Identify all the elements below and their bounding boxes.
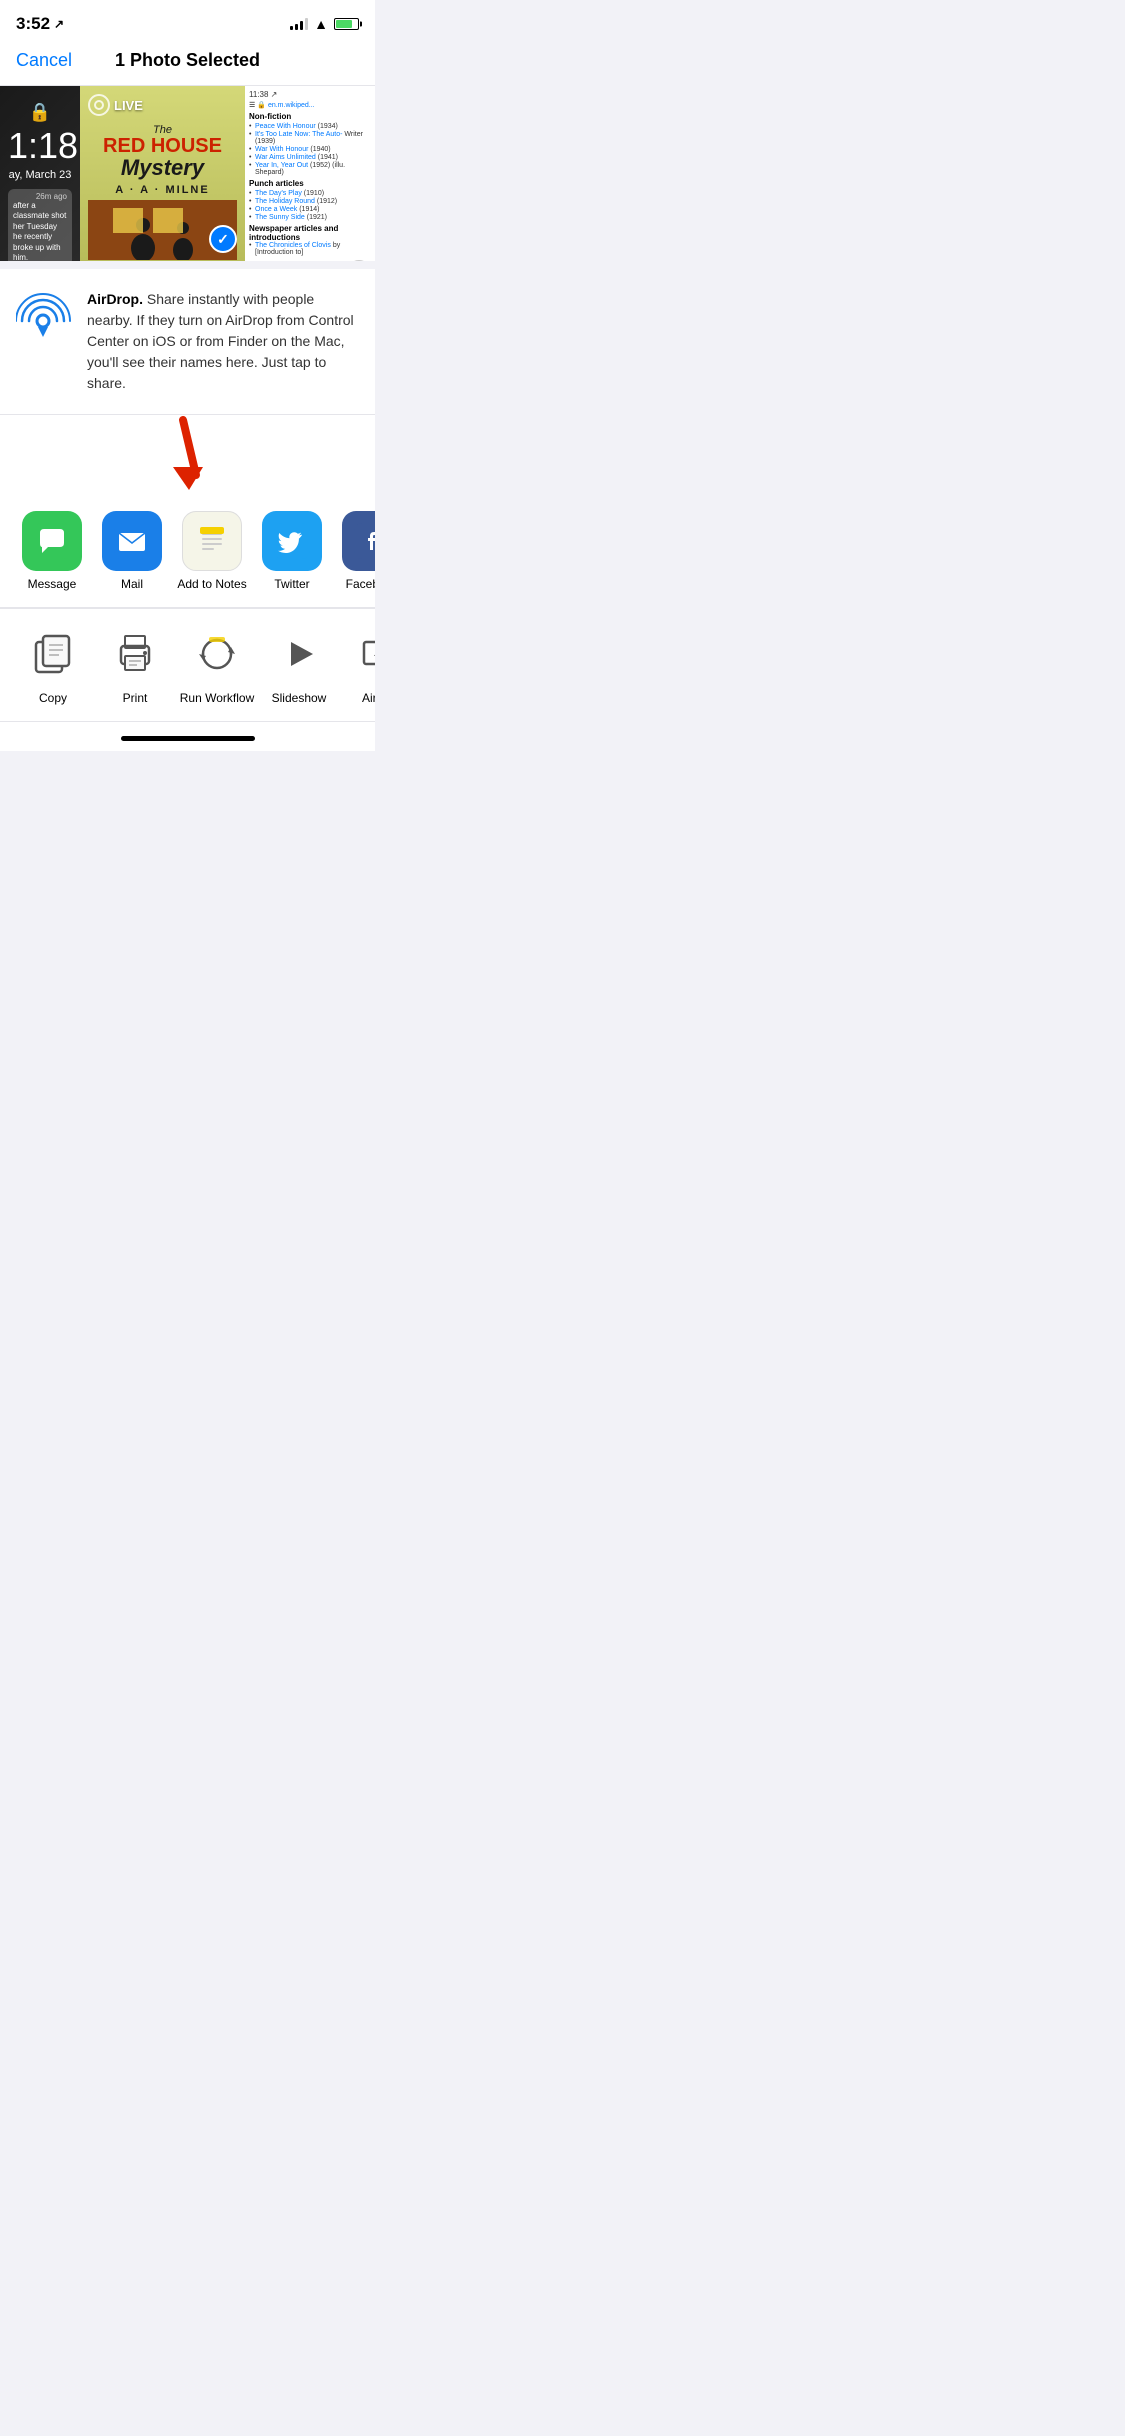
print-icon xyxy=(106,625,164,683)
wiki-item: War Aims Unlimited (1941) xyxy=(249,154,371,161)
header: Cancel 1 Photo Selected xyxy=(0,40,375,86)
twitter-icon xyxy=(262,511,322,571)
battery-icon xyxy=(334,18,359,30)
wiki-url: 🔒 en.m.wikiped... xyxy=(257,101,314,109)
airplay-icon xyxy=(352,625,375,683)
slideshow-icon xyxy=(270,625,328,683)
action-slideshow[interactable]: Slideshow xyxy=(258,625,340,705)
lockscreen-date: ay, March 23 xyxy=(8,169,72,181)
add-to-notes-label: Add to Notes xyxy=(177,577,246,591)
status-icons: ▲ xyxy=(290,16,359,32)
copy-label: Copy xyxy=(39,691,67,705)
photo-center-selected[interactable]: LIVE The RED HOUSE Mystery A · A · MILNE xyxy=(80,86,245,261)
share-app-mail[interactable]: Mail xyxy=(92,511,172,591)
wiki-item: It's Too Late Now: The Auto- Writer (193… xyxy=(249,131,371,145)
photo-thumb-right[interactable]: 11:38 ↗ ☰ 🔒 en.m.wikiped... Non-fiction … xyxy=(245,86,375,261)
wiki-item: The Sunny Side (1921) xyxy=(249,214,371,221)
airplay-label: AirPlay xyxy=(362,691,375,705)
notification-item: 26m ago after a classmate shot her Tuesd… xyxy=(8,189,72,261)
wiki-item: War With Honour (1940) xyxy=(249,146,371,153)
wiki-item: The Chronicles of Clovis by [Introductio… xyxy=(249,242,371,256)
home-indicator xyxy=(0,722,375,751)
wiki-section: Non-fiction xyxy=(249,112,371,121)
time-label: 3:52 xyxy=(16,14,50,34)
airdrop-section: AirDrop. Share instantly with people nea… xyxy=(0,269,375,495)
action-row[interactable]: Copy Print xyxy=(0,609,375,722)
red-arrow xyxy=(0,415,375,495)
wiki-item: The Day's Play (1910) xyxy=(249,190,371,197)
mail-icon xyxy=(102,511,162,571)
live-badge: LIVE xyxy=(88,94,143,116)
share-app-add-to-notes[interactable]: Add to Notes xyxy=(172,511,252,591)
location-icon: ↗ xyxy=(54,17,64,31)
slideshow-label: Slideshow xyxy=(272,691,327,705)
signal-icon xyxy=(290,18,308,30)
share-app-message[interactable]: Message xyxy=(12,511,92,591)
share-apps-row[interactable]: Message Mail xyxy=(0,495,375,608)
wiki-section2: Punch articles xyxy=(249,179,371,188)
message-icon xyxy=(22,511,82,571)
selection-checkmark: ✓ xyxy=(209,225,237,253)
wiki-item: The Holiday Round (1912) xyxy=(249,198,371,205)
mail-label: Mail xyxy=(121,577,143,591)
share-app-facebook[interactable]: Facebook xyxy=(332,511,375,591)
share-app-twitter[interactable]: Twitter xyxy=(252,511,332,591)
status-bar: 3:52 ↗ ▲ xyxy=(0,0,375,40)
action-print[interactable]: Print xyxy=(94,625,176,705)
facebook-label: Facebook xyxy=(346,577,375,591)
photo-thumb-left[interactable]: 🔒 1:18 ay, March 23 26m ago after a clas… xyxy=(0,86,80,261)
wiki-section3: Newspaper articles and introductions xyxy=(249,224,371,242)
airdrop-description: AirDrop. Share instantly with people nea… xyxy=(87,289,359,394)
cancel-button[interactable]: Cancel xyxy=(16,50,72,71)
red-arrow-svg xyxy=(148,415,228,495)
home-bar xyxy=(121,736,255,741)
lockscreen-time: 1:18 xyxy=(8,125,72,167)
facebook-icon xyxy=(342,511,375,571)
page-title: 1 Photo Selected xyxy=(115,50,260,71)
book-author: A · A · MILNE xyxy=(103,184,222,196)
live-text: LIVE xyxy=(114,98,143,113)
wiki-item: Year In, Year Out (1952) (illu. Shepard) xyxy=(249,162,371,176)
action-run-workflow[interactable]: Run Workflow xyxy=(176,625,258,705)
print-label: Print xyxy=(123,691,148,705)
add-to-notes-icon xyxy=(182,511,242,571)
airdrop-icon xyxy=(16,289,71,344)
message-label: Message xyxy=(28,577,77,591)
wifi-icon: ▲ xyxy=(314,16,328,32)
book-red-house: RED HOUSE xyxy=(103,136,222,156)
wiki-item: Once a Week (1914) xyxy=(249,206,371,213)
run-workflow-label: Run Workflow xyxy=(180,691,254,705)
book-mystery: Mystery xyxy=(103,156,222,180)
wiki-item: Peace With Honour (1934) xyxy=(249,123,371,130)
live-circle-icon xyxy=(88,94,110,116)
lock-icon: 🔒 xyxy=(8,102,72,123)
twitter-label: Twitter xyxy=(274,577,309,591)
photo-strip: 🔒 1:18 ay, March 23 26m ago after a clas… xyxy=(0,86,375,261)
action-copy[interactable]: Copy xyxy=(12,625,94,705)
copy-icon xyxy=(24,625,82,683)
status-time: 3:52 ↗ xyxy=(16,14,64,34)
action-airplay[interactable]: AirPlay xyxy=(340,625,375,705)
wiki-time: 11:38 ↗ xyxy=(249,90,371,99)
notification-list: 26m ago after a classmate shot her Tuesd… xyxy=(8,189,72,261)
run-workflow-icon xyxy=(188,625,246,683)
